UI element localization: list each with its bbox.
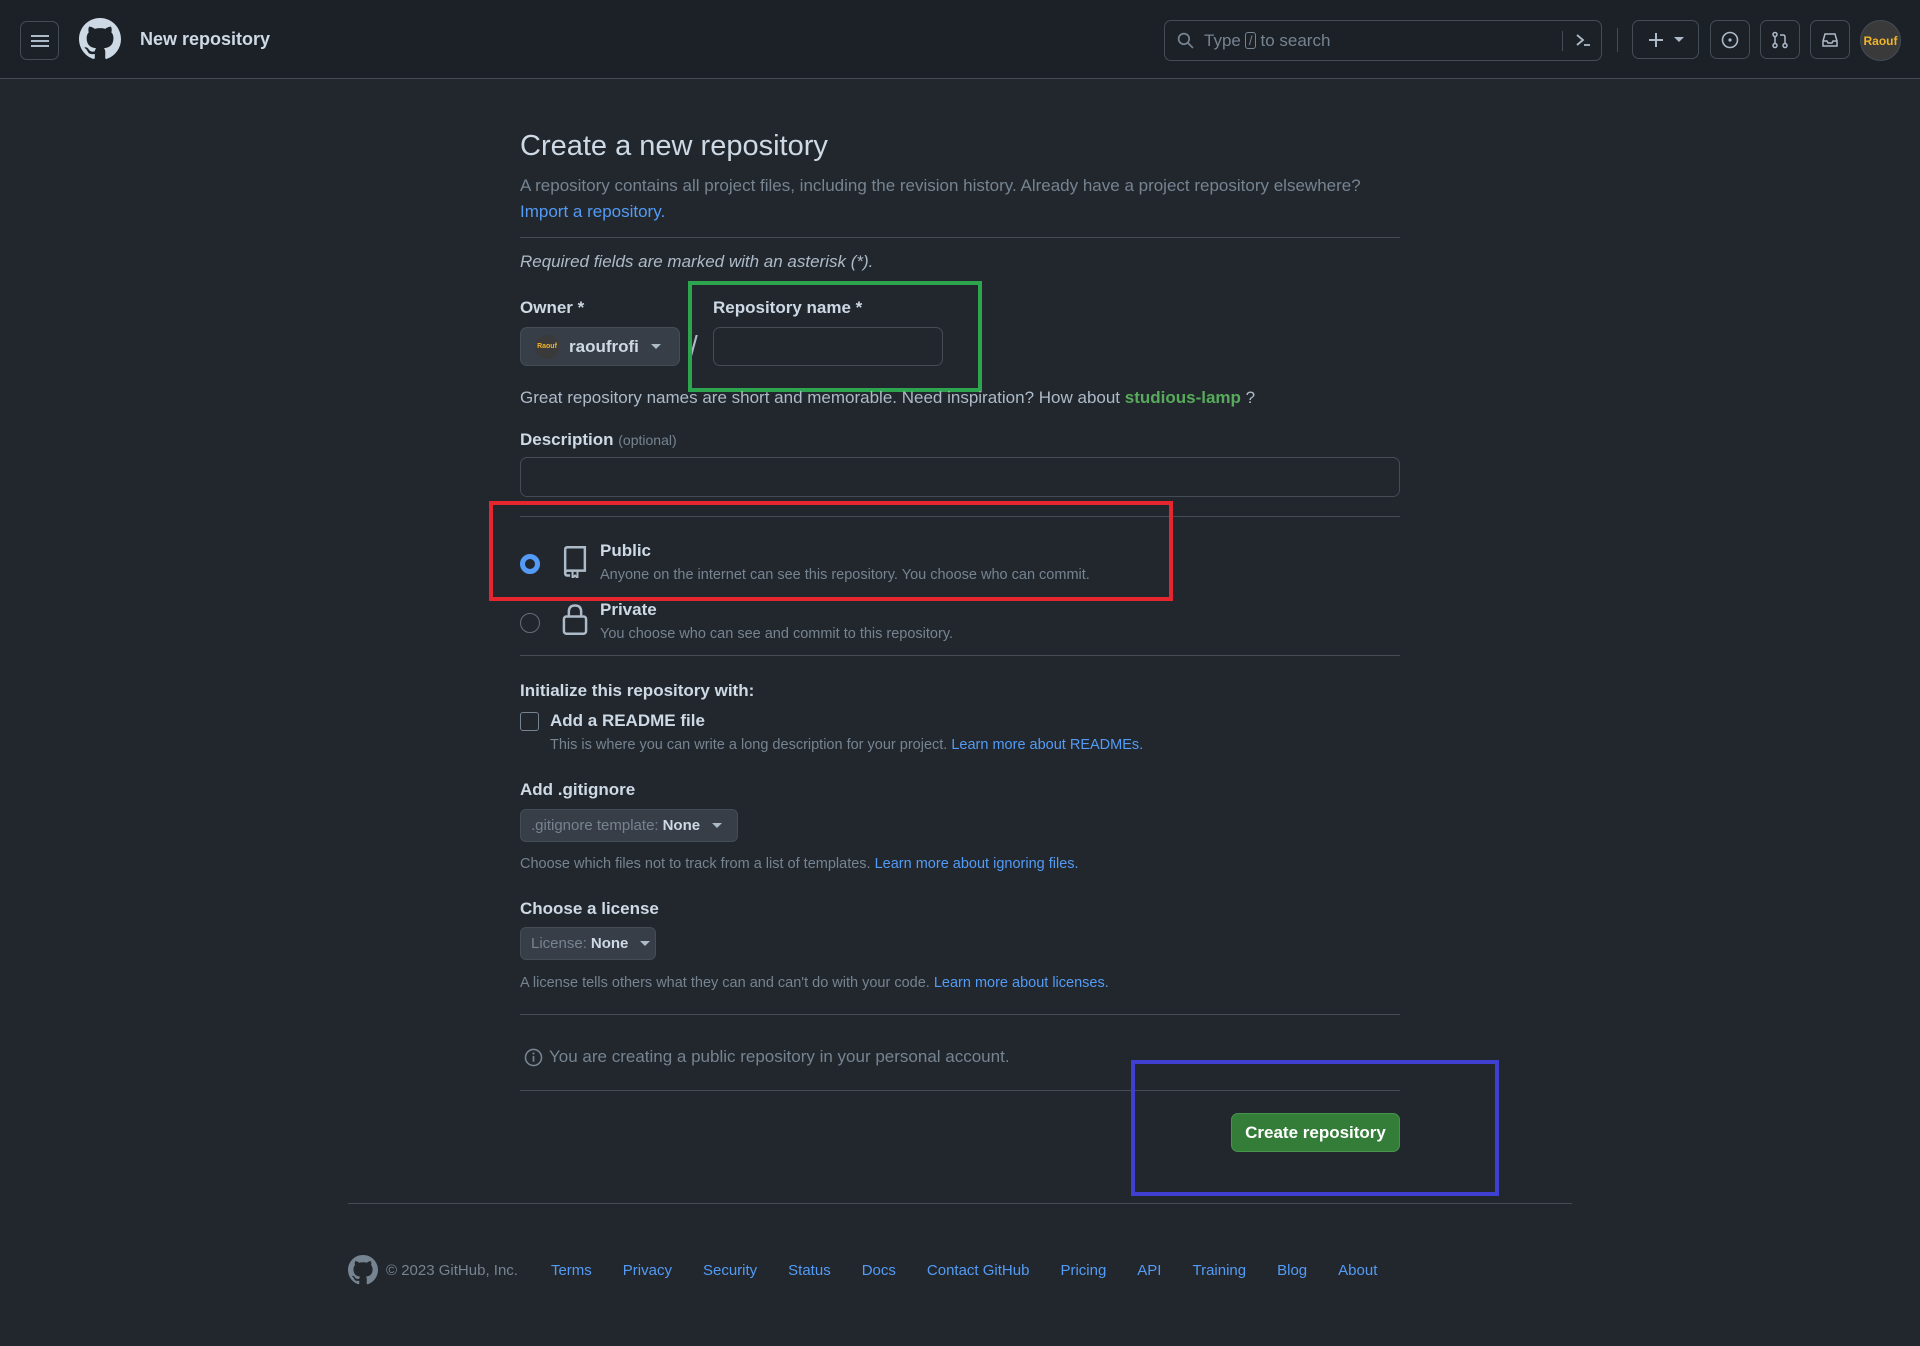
chevron-down-icon: [640, 941, 651, 946]
page-title: Create a new repository: [520, 130, 828, 162]
readme-learn-more-link[interactable]: Learn more about READMEs.: [951, 737, 1143, 753]
header-separator: [1617, 28, 1618, 52]
footer-link-api[interactable]: API: [1137, 1262, 1161, 1279]
readme-help: This is where you can write a long descr…: [550, 737, 1143, 753]
initialize-label: Initialize this repository with:: [520, 681, 755, 700]
private-title: Private: [600, 600, 657, 619]
license-help: A license tells others what they can and…: [520, 975, 1109, 991]
github-logo-icon[interactable]: [79, 18, 121, 60]
create-new-button[interactable]: [1632, 20, 1699, 59]
private-radio[interactable]: [520, 613, 540, 633]
footer-link-privacy[interactable]: Privacy: [623, 1262, 672, 1279]
gitignore-help: Choose which files not to track from a l…: [520, 856, 1079, 872]
license-select[interactable]: License: None: [520, 927, 656, 960]
license-learn-more-link[interactable]: Learn more about licenses.: [934, 975, 1109, 991]
name-suggestion: Great repository names are short and mem…: [520, 388, 1255, 408]
gitignore-learn-more-link[interactable]: Learn more about ignoring files.: [875, 856, 1079, 872]
required-fields-note: Required fields are marked with an aster…: [520, 252, 874, 271]
inbox-icon: [1822, 32, 1838, 47]
hamburger-icon: [30, 34, 49, 47]
github-logo-icon[interactable]: [348, 1255, 378, 1285]
license-label: Choose a license: [520, 899, 659, 918]
gitignore-select-value: None: [662, 817, 701, 834]
divider: [520, 1014, 1400, 1015]
pull-requests-button[interactable]: [1760, 20, 1800, 59]
main-content: Create a new repository A repository con…: [520, 130, 1400, 225]
command-palette-icon[interactable]: [1573, 30, 1593, 50]
issue-opened-icon: [1721, 31, 1739, 48]
highlight-box-blue: [1131, 1060, 1499, 1196]
intro-text: A repository contains all project files,…: [520, 176, 1361, 195]
private-description: You choose who can see and commit to thi…: [600, 626, 954, 642]
top-header: New repository Type / to search Raouf: [0, 0, 1920, 79]
search-placeholder-suffix: to search: [1260, 30, 1331, 50]
footer-link-training[interactable]: Training: [1192, 1262, 1246, 1279]
search-icon: [1177, 32, 1194, 49]
plus-icon: [1648, 32, 1663, 47]
page-intro: A repository contains all project files,…: [520, 173, 1400, 225]
search-divider: [1562, 31, 1563, 51]
menu-button[interactable]: [20, 21, 59, 60]
footer-link-status[interactable]: Status: [788, 1262, 831, 1279]
footer-link-contact[interactable]: Contact GitHub: [927, 1262, 1030, 1279]
description-optional: (optional): [618, 432, 677, 448]
license-select-value: None: [590, 935, 629, 952]
footer-link-docs[interactable]: Docs: [862, 1262, 896, 1279]
highlight-box-green: [688, 281, 982, 392]
highlight-box-red: [489, 501, 1173, 601]
suggestion-text: Great repository names are short and mem…: [520, 388, 1121, 407]
gitignore-select[interactable]: .gitignore template: None: [520, 809, 738, 842]
description-label: Description (optional): [520, 430, 677, 450]
info-icon: [524, 1048, 543, 1066]
readme-label[interactable]: Add a README file: [550, 711, 705, 731]
footer-link-blog[interactable]: Blog: [1277, 1262, 1307, 1279]
search-input[interactable]: Type / to search: [1164, 20, 1602, 61]
footer-link-about[interactable]: About: [1338, 1262, 1377, 1279]
description-label-text: Description: [520, 430, 614, 449]
header-title[interactable]: New repository: [140, 29, 270, 50]
footer-link-terms[interactable]: Terms: [551, 1262, 592, 1279]
chevron-down-icon: [1673, 37, 1684, 42]
license-help-text: A license tells others what they can and…: [520, 975, 930, 991]
owner-value: raoufrofi: [569, 336, 639, 356]
owner-select[interactable]: Raouf raoufrofi: [520, 327, 680, 366]
readme-checkbox[interactable]: [520, 712, 539, 731]
owner-label: Owner *: [520, 298, 585, 317]
divider: [520, 655, 1400, 656]
inbox-button[interactable]: [1810, 20, 1850, 59]
license-select-prefix: License:: [531, 935, 587, 952]
info-text: You are creating a public repository in …: [549, 1047, 1010, 1066]
search-shortcut-key: /: [1244, 32, 1257, 49]
gitignore-help-text: Choose which files not to track from a l…: [520, 856, 871, 872]
readme-help-text: This is where you can write a long descr…: [550, 737, 948, 753]
search-placeholder-prefix: Type: [1204, 30, 1241, 50]
avatar-text: Raouf: [1863, 33, 1898, 48]
gitignore-select-prefix: .gitignore template:: [531, 817, 659, 834]
footer-copyright: © 2023 GitHub, Inc.: [386, 1261, 518, 1279]
user-avatar[interactable]: Raouf: [1860, 20, 1901, 61]
footer-link-security[interactable]: Security: [703, 1262, 757, 1279]
suggested-name[interactable]: studious-lamp: [1125, 388, 1241, 407]
issues-button[interactable]: [1710, 20, 1750, 59]
suggestion-suffix: ?: [1245, 388, 1256, 407]
owner-avatar: Raouf: [535, 334, 559, 359]
footer-link-pricing[interactable]: Pricing: [1060, 1262, 1106, 1279]
divider: [520, 237, 1400, 238]
lock-icon: [562, 604, 588, 635]
chevron-down-icon: [712, 823, 723, 828]
footer: © 2023 GitHub, Inc. Terms Privacy Securi…: [348, 1255, 1408, 1285]
chevron-down-icon: [650, 344, 661, 349]
info-message: You are creating a public repository in …: [524, 1047, 1010, 1067]
git-pull-request-icon: [1772, 31, 1788, 48]
description-input[interactable]: [520, 457, 1400, 497]
footer-divider: [348, 1203, 1572, 1204]
gitignore-label: Add .gitignore: [520, 780, 636, 799]
import-repository-link[interactable]: Import a repository.: [520, 202, 665, 221]
